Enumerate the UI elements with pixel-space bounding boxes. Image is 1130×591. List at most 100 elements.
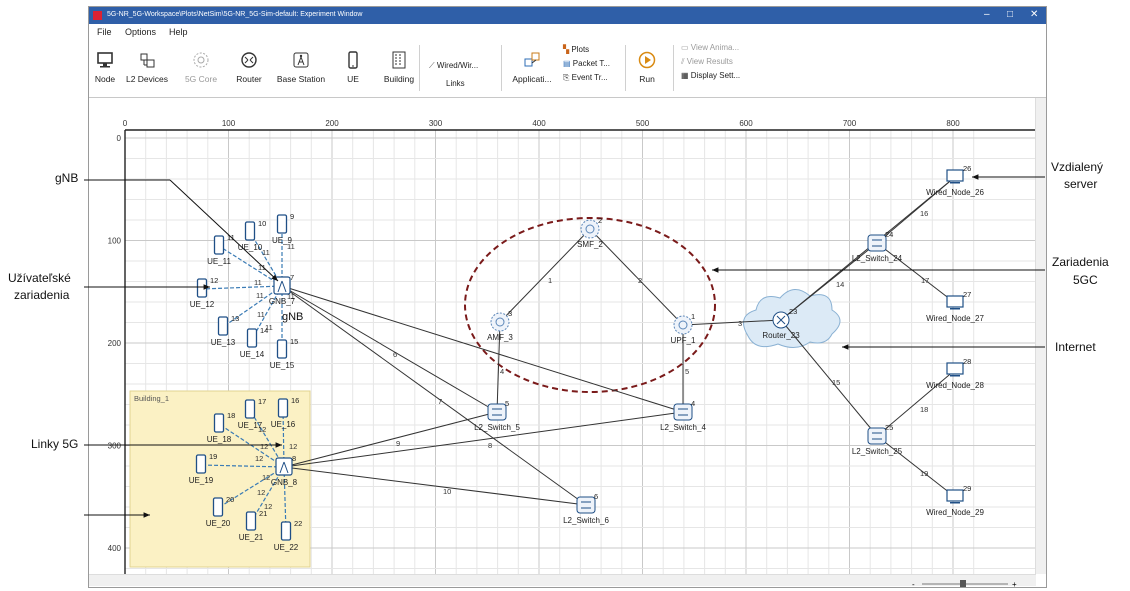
node-number: 10 [258,219,266,228]
y-tick-label: 200 [108,339,122,348]
y-tick-label: 400 [108,544,122,553]
node-label: SMF_2 [577,240,603,249]
link-label: 15 [832,378,840,387]
node-number: 1 [691,312,695,321]
monitor-icon [946,295,964,308]
maximize-icon[interactable]: □ [1007,9,1013,20]
node-label: UE_18 [207,435,232,444]
node-label: UE_20 [206,519,231,528]
event-trace-button[interactable]: ⎘ Event Tr... [563,73,608,83]
switch-icon [140,53,155,68]
monitor-stand [950,502,960,504]
phone-icon [280,521,292,541]
packet-trace-icon: ▤ [563,59,573,68]
node-number: 22 [294,519,302,528]
menu-bar: File Options Help [89,25,1046,39]
node-label: Wired_Node_29 [926,508,984,517]
node-label: Wired_Node_26 [926,188,984,197]
node-label: UPF_1 [671,336,696,345]
annotation-remote-line1: Vzdialený [1051,160,1104,174]
link-label: 7 [438,397,442,406]
run-button[interactable]: Run [623,43,671,95]
node-label: Router_23 [762,331,800,340]
annotation-links5g: Linky 5G [31,437,79,451]
node-number: 4 [691,399,695,408]
display-settings-icon: ▦ [681,71,691,80]
application-icon [524,52,540,67]
link-label: 11 [254,278,262,287]
separator [419,45,420,91]
y-tick-label: 0 [117,134,122,143]
close-icon[interactable]: ✕ [1030,9,1038,20]
switch-icon [576,496,596,514]
core-button[interactable]: 5G Core [175,43,227,95]
ribbon-toolbar: Node L2 Devices 5G Core Router Base Stat… [89,39,1046,98]
node-number: 16 [291,396,299,405]
wired-wireless-button[interactable]: ⟋ Wired/Wir... [429,61,478,71]
window-title: 5G-NR_5G-Workspace\Plots\NetSim\5G-NR_5G… [107,11,363,18]
link-label: 6 [393,350,397,359]
ue-button[interactable]: UE [327,43,379,95]
network-diagram[interactable]: 0 100 200 300 400 500 600 700 800 0 100 200 300 400 Bu… [89,98,1036,574]
y-tick-label: 300 [108,442,122,451]
zoom-slider[interactable]: - + [912,575,1022,587]
menu-help[interactable]: Help [169,27,188,37]
minimize-icon[interactable]: – [984,9,990,20]
vertical-scrollbar[interactable] [1035,98,1046,574]
node-label: GNB_7 [269,297,296,306]
application-button[interactable]: Applicati... [503,43,561,95]
monitor-icon [946,362,964,375]
x-tick-label: 700 [843,119,857,128]
plots-button[interactable]: ▚ Plots [563,45,589,54]
monitor-stand [950,182,960,184]
link-label: 14 [836,280,844,289]
monitor-icon [97,52,113,68]
horizontal-scrollbar[interactable]: - + [89,574,1036,587]
run-label: Run [639,74,655,84]
router-button[interactable]: Router [223,43,275,95]
link-icon: ⟋ [429,61,437,70]
building-label: Building_1 [134,394,169,403]
menu-file[interactable]: File [97,27,112,37]
view-animation-label: View Anima... [690,43,740,52]
node-number: 23 [789,307,797,316]
title-bar: 5G-NR_5G-Workspace\Plots\NetSim\5G-NR_5G… [89,7,1046,24]
base-station-button[interactable]: Base Station [271,43,331,95]
wired-link [589,228,684,326]
antenna-icon [293,52,309,68]
node-label: L2_Switch_25 [852,447,903,456]
phone-icon [276,214,288,234]
node-number: 6 [594,492,598,501]
node-label: Wired_Node_28 [926,381,984,390]
view-results-label: View Results [686,57,733,66]
app-window: 5G-NR_5G-Workspace\Plots\NetSim\5G-NR_5G… [88,6,1047,588]
x-tick-label: 800 [946,119,960,128]
link-label: 16 [920,209,928,218]
core-icon [193,52,209,68]
network-canvas[interactable]: 0 100 200 300 400 500 600 700 800 0 100 200 300 400 Bu… [89,98,1046,574]
node-number: 14 [260,326,268,335]
view-animation-button[interactable]: ▭ View Anima... [681,43,739,52]
link-label: 12 [262,473,270,482]
event-trace-icon: ⎘ [563,73,572,82]
packet-trace-button[interactable]: ▤ Packet T... [563,59,610,68]
core-icon [580,219,600,239]
l2-devices-button[interactable]: L2 Devices [121,43,173,95]
node-label: L2_Switch_5 [474,423,520,432]
building-button[interactable]: Building [373,43,425,95]
annotation-remote-line2: server [1064,177,1098,191]
node-label: L2_Switch_6 [563,516,609,525]
node-number: 3 [508,309,512,318]
node-label: UE_22 [274,543,299,552]
x-tick-label: 400 [532,119,546,128]
menu-options[interactable]: Options [125,27,156,37]
phone-icon [348,51,358,69]
display-settings-button[interactable]: ▦ Display Sett... [681,71,740,80]
link-label: 11 [256,291,264,300]
run-icon [638,51,656,69]
antenna-icon [275,457,293,476]
link-label: 12 [260,442,268,451]
view-results-button[interactable]: ⫽ View Results [681,57,733,67]
node-number: 21 [259,509,267,518]
annotation-internet: Internet [1055,340,1096,354]
